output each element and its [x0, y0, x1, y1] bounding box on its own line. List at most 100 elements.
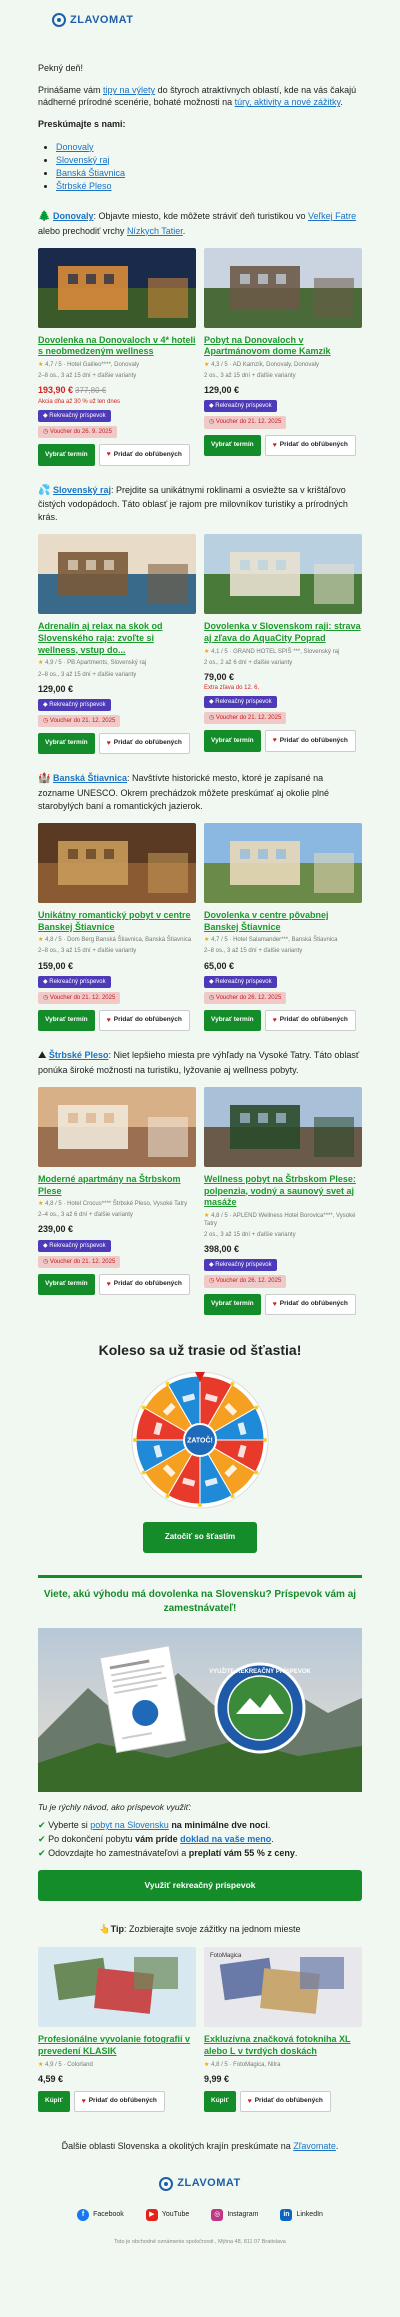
benefit-title: Viete, akú výhodu má dovolenka na Sloven… — [43, 1588, 357, 1614]
region-name[interactable]: Banská Štiavnica — [53, 773, 127, 783]
fortune-wheel[interactable]: ZATOČ! — [130, 1370, 270, 1510]
zlavomat-link[interactable]: Zľavomate — [293, 2141, 336, 2151]
heart-icon: ♥ — [106, 739, 111, 747]
add-favorite-button[interactable]: ♥ Pridať do obľúbených — [98, 444, 190, 466]
stay-link[interactable]: pobyt na Slovensku — [90, 1820, 169, 1830]
section-intro: 🏰 Banská Štiavnica: Navštívte historické… — [38, 773, 329, 811]
intro-text: . — [340, 97, 343, 108]
region-name[interactable]: Slovenský raj — [53, 485, 111, 495]
trip-tips-link[interactable]: tipy na výlety — [103, 85, 155, 95]
add-favorite-button[interactable]: ♥ Pridať do obľúbených — [239, 2090, 331, 2113]
offer-title[interactable]: Wellness pobyt na Štrbskom Plese: polpen… — [204, 1174, 362, 1209]
product-meta: ★ 4,9 / 5 · Colorland — [38, 2061, 93, 2068]
star-icon: ★ — [38, 362, 44, 369]
spin-wheel-button[interactable]: Zatočiť so šťastím — [142, 1521, 258, 1553]
region-link[interactable]: Nízkych Tatier — [127, 226, 183, 236]
select-date-button[interactable]: Vybrať termín — [204, 730, 261, 752]
wheel-peg — [165, 1494, 170, 1499]
offer-variants: 2 os., 2 až 6 dní + ďalšie varianty — [204, 659, 293, 666]
use-contribution-button[interactable]: Využiť rekreačný príspevok — [38, 1869, 362, 1901]
offer-title[interactable]: Moderné apartmány na Štrbskom Plese — [38, 1174, 196, 1197]
youtube-link[interactable]: ▶ YouTube — [145, 2209, 189, 2222]
add-favorite-button[interactable]: ♥ Pridať do obľúbených — [98, 732, 190, 755]
section-divider — [38, 1574, 362, 1578]
product-meta: ★ 4,8 / 5 · FotoMagica, Nitra — [204, 2061, 281, 2068]
activities-link[interactable]: túry, aktivity a nové zážitky — [235, 97, 341, 107]
region-link[interactable]: Banská Štiavnica — [56, 167, 362, 179]
select-date-button[interactable]: Vybrať termín — [204, 1009, 261, 1032]
offer-title[interactable]: Dovolenka na Donovaloch v 4* hoteli s ne… — [38, 335, 196, 358]
offer-title[interactable]: Unikátny romantický pobyt v centre Bansk… — [38, 910, 196, 933]
product-title[interactable]: Exkluzívna značková fotokniha XL alebo L… — [204, 2034, 362, 2057]
buy-button[interactable]: Kúpiť — [204, 2090, 236, 2113]
region-link[interactable]: Donovaly — [56, 141, 362, 153]
section-emoji: 💦 — [38, 484, 51, 496]
heart-icon: ♥ — [272, 737, 277, 745]
select-date-button[interactable]: Vybrať termín — [38, 444, 95, 466]
contribution-badge: ◆ Rekreačný príspevok — [38, 1239, 111, 1252]
card-image[interactable] — [204, 247, 362, 328]
product-title[interactable]: Profesionálne vyvolanie fotografií v pre… — [38, 2034, 196, 2057]
heart-icon: ♥ — [272, 441, 277, 449]
product-image[interactable]: FotoMagica — [204, 1947, 362, 2028]
star-icon: ★ — [204, 1212, 210, 1219]
card-image[interactable] — [38, 822, 196, 903]
select-date-button[interactable]: Vybrať termín — [204, 1293, 261, 1315]
voucher-badge: ◷ Voucher do 26. 9. 2025 — [38, 426, 117, 439]
region-name[interactable]: Štrbské Pleso — [49, 1050, 109, 1060]
region-link[interactable]: Štrbské Pleso — [56, 180, 362, 192]
region-link[interactable]: Veľkej Fatre — [308, 211, 356, 221]
select-date-button[interactable]: Vybrať termín — [38, 732, 95, 755]
svg-text:VYUŽITE REKREAČNÝ PRÍSPEVOK: VYUŽITE REKREAČNÝ PRÍSPEVOK — [209, 1667, 311, 1675]
pointing-hand-icon: 👆 — [99, 1923, 111, 1934]
wheel-peg — [230, 1494, 235, 1499]
card-image[interactable] — [204, 822, 362, 903]
linkedin-link[interactable]: in LinkedIn — [280, 2209, 323, 2222]
add-favorite-button[interactable]: ♥ Pridať do obľúbených — [73, 2090, 165, 2113]
section-intro: 💦 Slovenský raj: Prejdite sa unikátnymi … — [38, 484, 348, 523]
offer-variants: 2–4 os., 3 až 6 dní + ďalšie varianty — [38, 1212, 133, 1219]
heart-icon: ♥ — [247, 2097, 252, 2105]
star-icon: ★ — [204, 362, 210, 369]
intro: Pekný deň! Prinášame vám tipy na výlety … — [38, 62, 362, 192]
card-image[interactable] — [38, 534, 196, 615]
offer-title[interactable]: Dovolenka v Slovenskom raji: strava aj z… — [204, 621, 362, 644]
footer-logo[interactable]: ZLAVOMAT — [0, 2176, 400, 2191]
voucher-badge: ◷ Voucher do 21. 12. 2025 — [38, 1255, 121, 1268]
contribution-badge: ◆ Rekreačný príspevok — [204, 696, 277, 709]
card-image[interactable] — [204, 1086, 362, 1167]
card-image[interactable] — [38, 247, 196, 328]
voucher-badge: ◷ Voucher do 26. 12. 2025 — [204, 1275, 287, 1288]
add-favorite-button[interactable]: ♥ Pridať do obľúbených — [98, 1009, 190, 1032]
product-image[interactable] — [38, 1947, 196, 2028]
select-date-button[interactable]: Vybrať termín — [204, 434, 261, 456]
product-price: 4,59 € — [38, 2073, 64, 2084]
add-favorite-button[interactable]: ♥ Pridať do obľúbených — [264, 730, 356, 752]
document-link[interactable]: doklad na vaše meno — [180, 1834, 271, 1844]
region-link[interactable]: Slovenský raj — [56, 154, 362, 166]
buy-button[interactable]: Kúpiť — [38, 2090, 70, 2113]
benefit-intro: Tu je rýchly návod, ako príspevok využiť… — [38, 1801, 192, 1812]
instagram-link[interactable]: ◎ Instagram — [211, 2209, 258, 2222]
heart-icon: ♥ — [272, 1016, 277, 1024]
offer-price: 193,90 €377,80 € — [38, 385, 107, 396]
heart-icon: ♥ — [106, 1280, 111, 1288]
add-favorite-button[interactable]: ♥ Pridať do obľúbených — [264, 434, 356, 456]
select-date-button[interactable]: Vybrať termín — [38, 1273, 95, 1296]
region-name[interactable]: Donovaly — [53, 211, 94, 221]
section-emoji: 🏰 — [38, 773, 51, 785]
add-favorite-button[interactable]: ♥ Pridať do obľúbených — [98, 1273, 190, 1296]
add-favorite-button[interactable]: ♥ Pridať do obľúbených — [264, 1293, 356, 1315]
zlavomat-logo[interactable]: ZLAVOMAT — [52, 13, 133, 28]
explore-heading: Preskúmajte s nami: — [38, 119, 126, 130]
add-favorite-button[interactable]: ♥ Pridať do obľúbených — [264, 1009, 356, 1032]
card-image[interactable] — [204, 534, 362, 615]
wheel-peg — [141, 1405, 146, 1410]
offer-title[interactable]: Pobyt na Donovaloch v Apartmánovom dome … — [204, 335, 362, 358]
select-date-button[interactable]: Vybrať termín — [38, 1009, 95, 1032]
section-emoji: ⛰ — [38, 1050, 47, 1062]
card-image[interactable] — [38, 1086, 196, 1167]
facebook-link[interactable]: f Facebook — [77, 2209, 124, 2222]
offer-title[interactable]: Dovolenka v centre pôvabnej Banskej Štia… — [204, 910, 362, 933]
offer-title[interactable]: Adrenalín aj relax na skok od Slovenskéh… — [38, 621, 196, 656]
